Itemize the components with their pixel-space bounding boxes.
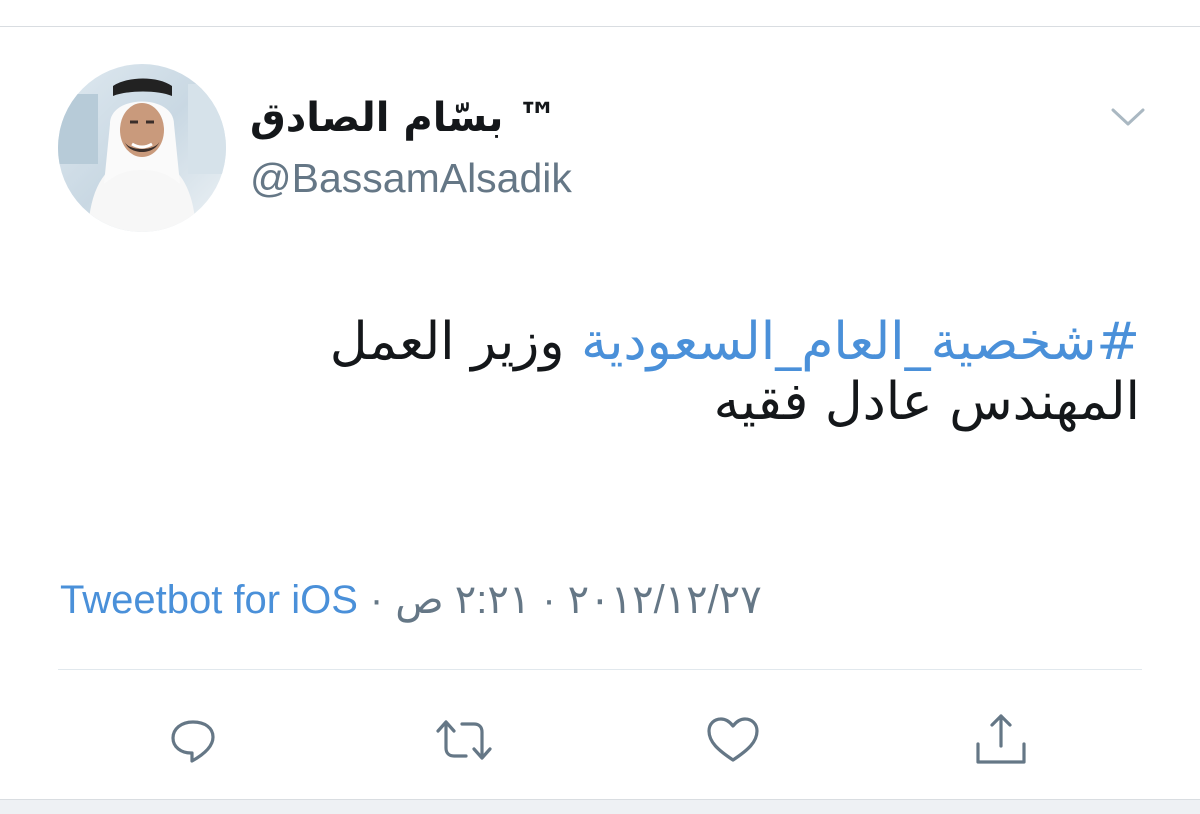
share-button[interactable] <box>971 710 1031 770</box>
avatar-image <box>58 64 226 232</box>
author-display-name[interactable]: بسّام الصادق ™ <box>250 90 557 146</box>
tweet-text-line-2: المهندس عادل فقيه <box>713 372 1140 432</box>
tweet-text-line-1: #شخصية_العام_السعودية وزير العمل <box>60 312 1140 372</box>
share-icon <box>976 714 1026 764</box>
actions-divider <box>58 669 1142 670</box>
retweet-button[interactable] <box>434 710 494 770</box>
bottom-bar <box>0 799 1200 814</box>
tweet-meta: Tweetbot for iOS · ٢٠١٢/١٢/٢٧·٢:٢١ ص <box>60 572 762 628</box>
top-divider <box>0 0 1200 27</box>
reply-button[interactable] <box>163 710 223 770</box>
retweet-icon <box>436 720 492 760</box>
tweet-text: #شخصية_العام_السعودية وزير العمل المهندس… <box>60 312 1140 432</box>
meta-separator: · <box>542 578 556 622</box>
author-username[interactable]: @BassamAlsadik <box>250 150 572 206</box>
tweet-source-link[interactable]: Tweetbot for iOS <box>60 578 358 622</box>
like-button[interactable] <box>703 710 763 770</box>
chevron-down-icon[interactable] <box>1108 100 1148 136</box>
meta-separator: · <box>369 578 384 622</box>
heart-icon <box>707 717 759 762</box>
tweet-date[interactable]: ٢٠١٢/١٢/٢٧ <box>568 578 762 622</box>
hashtag-link[interactable]: #شخصية_العام_السعودية <box>581 312 1140 372</box>
tweet-actions <box>0 700 1200 780</box>
reply-icon <box>171 720 215 763</box>
tweet-text-line-1-rest: وزير العمل <box>329 312 582 372</box>
tweet-time[interactable]: ٢:٢١ ص <box>395 578 530 622</box>
avatar[interactable] <box>58 64 226 232</box>
